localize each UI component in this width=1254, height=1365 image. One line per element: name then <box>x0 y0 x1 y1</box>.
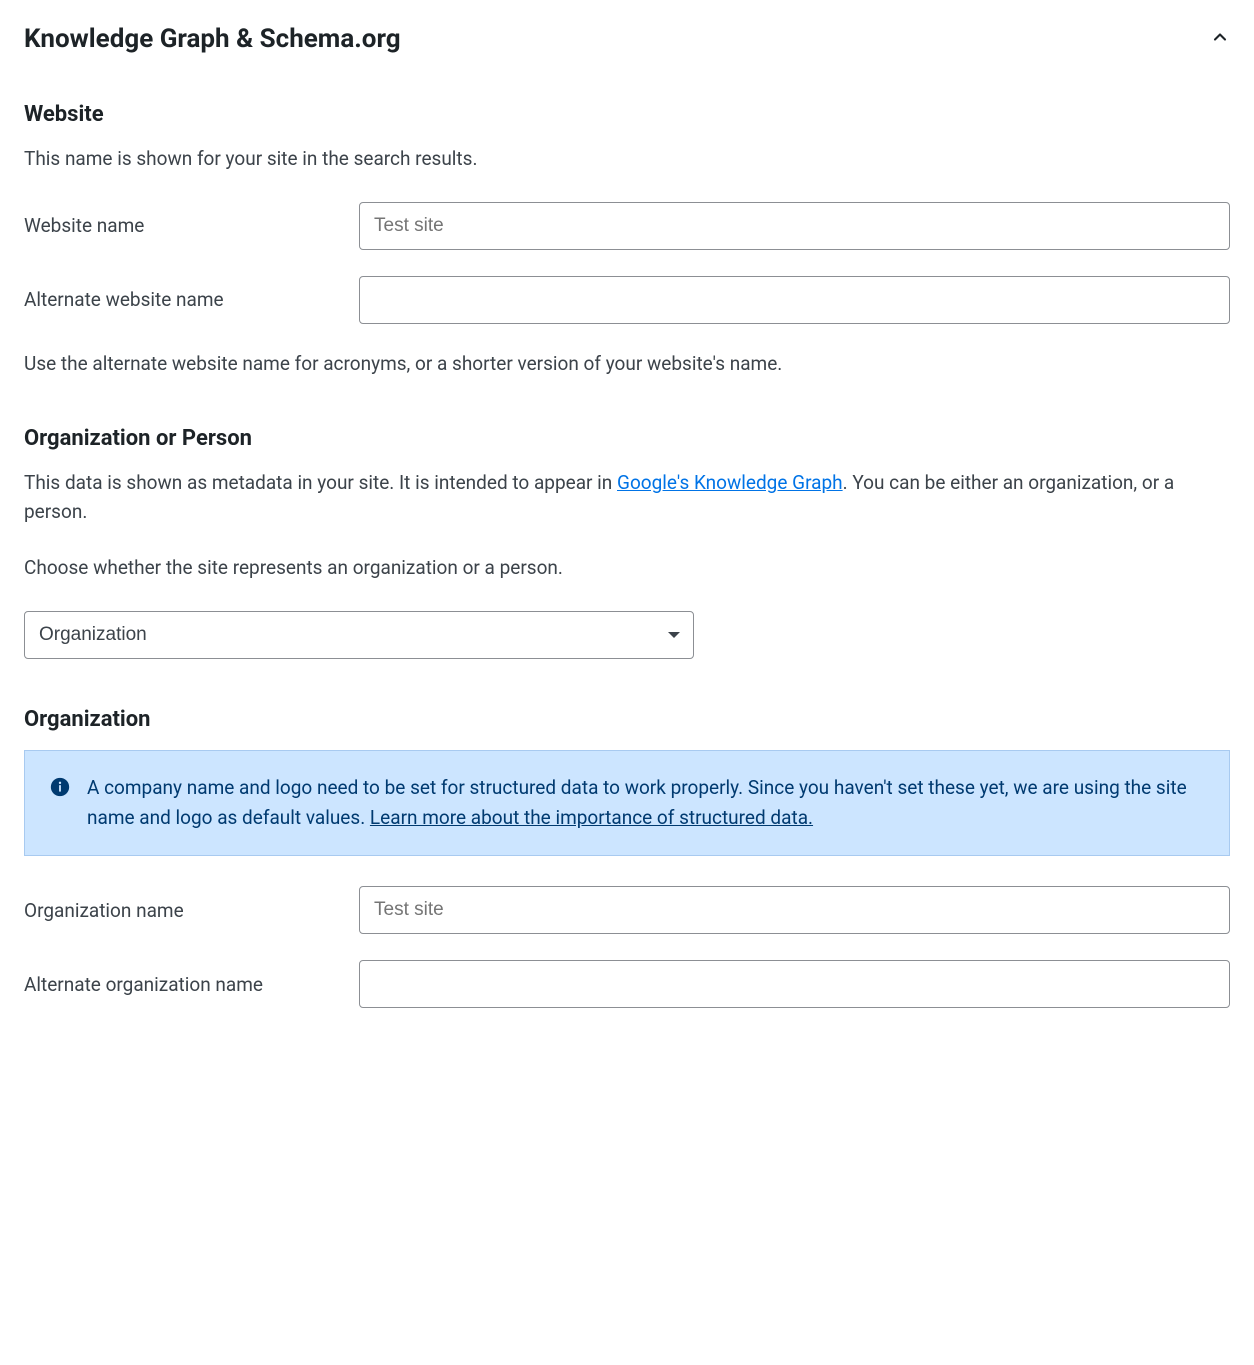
website-name-input[interactable] <box>359 202 1230 250</box>
alternate-website-name-input[interactable] <box>359 276 1230 324</box>
structured-data-link[interactable]: Learn more about the importance of struc… <box>370 806 813 829</box>
website-name-label: Website name <box>24 214 359 237</box>
info-alert: A company name and logo need to be set f… <box>24 750 1230 857</box>
panel-title: Knowledge Graph & Schema.org <box>24 24 401 54</box>
organization-name-label: Organization name <box>24 899 359 922</box>
website-name-row: Website name <box>24 202 1230 250</box>
org-person-select-wrapper: Organization <box>24 611 694 659</box>
org-person-desc-pre: This data is shown as metadata in your s… <box>24 471 617 494</box>
knowledge-graph-link[interactable]: Google's Knowledge Graph <box>617 471 843 494</box>
info-icon <box>49 773 71 834</box>
org-person-select[interactable]: Organization <box>24 611 694 659</box>
organization-name-row: Organization name <box>24 886 1230 934</box>
website-heading: Website <box>24 102 1230 127</box>
org-person-heading: Organization or Person <box>24 426 1230 451</box>
info-text: A company name and logo need to be set f… <box>87 773 1205 834</box>
alternate-website-name-row: Alternate website name <box>24 276 1230 324</box>
alternate-website-name-label: Alternate website name <box>24 288 359 311</box>
website-description: This name is shown for your site in the … <box>24 145 1230 174</box>
alternate-organization-name-label: Alternate organization name <box>24 973 359 996</box>
alternate-organization-name-row: Alternate organization name <box>24 960 1230 1008</box>
organization-name-input[interactable] <box>359 886 1230 934</box>
website-help-text: Use the alternate website name for acron… <box>24 350 1230 379</box>
alternate-organization-name-input[interactable] <box>359 960 1230 1008</box>
organization-heading: Organization <box>24 707 1230 732</box>
chevron-up-icon <box>1210 27 1230 51</box>
org-person-description: This data is shown as metadata in your s… <box>24 469 1230 526</box>
panel-header[interactable]: Knowledge Graph & Schema.org <box>24 24 1230 54</box>
org-person-choose-text: Choose whether the site represents an or… <box>24 554 1230 583</box>
